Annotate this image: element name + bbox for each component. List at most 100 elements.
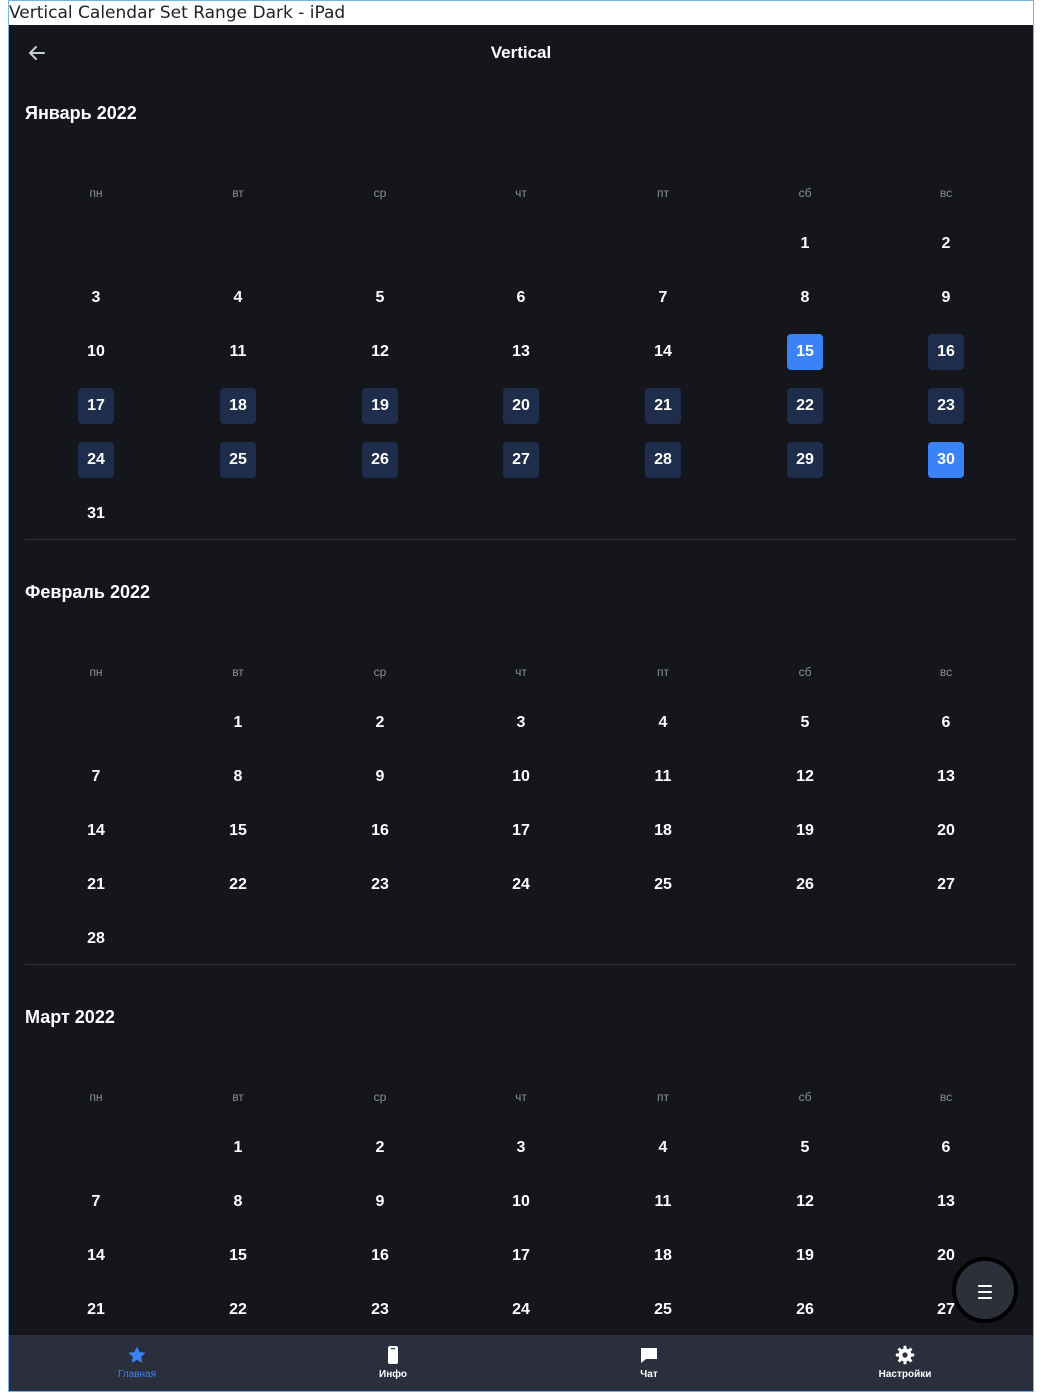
calendar-day[interactable]: 11 <box>645 1184 681 1220</box>
calendar-day[interactable]: 18 <box>645 1238 681 1274</box>
calendar-day[interactable]: 4 <box>220 280 256 316</box>
calendar-day[interactable]: 4 <box>645 705 681 741</box>
calendar-day[interactable]: 17 <box>78 388 114 424</box>
calendar-day[interactable]: 8 <box>787 280 823 316</box>
calendar-scroll-area[interactable]: Январь 2022 пн вт ср чт пт сб вс 1 2 3 4 5 6 7 8 9 10 11 12… <box>9 81 1033 1335</box>
calendar-day[interactable]: 3 <box>78 280 114 316</box>
tab-home[interactable]: Главная <box>9 1335 265 1391</box>
calendar-day[interactable]: 26 <box>362 442 398 478</box>
phone-icon <box>388 1346 398 1364</box>
tab-chat[interactable]: Чат <box>521 1335 777 1391</box>
calendar-day[interactable]: 16 <box>928 334 964 370</box>
calendar-day[interactable]: 6 <box>503 280 539 316</box>
calendar-day[interactable]: 7 <box>78 1184 114 1220</box>
calendar-day[interactable]: 3 <box>503 705 539 741</box>
calendar-day[interactable]: 25 <box>220 442 256 478</box>
tab-settings[interactable]: Настройки <box>777 1335 1033 1391</box>
calendar-day[interactable]: 22 <box>220 867 256 903</box>
calendar-day[interactable]: 9 <box>928 280 964 316</box>
calendar-day[interactable]: 27 <box>928 867 964 903</box>
calendar-day[interactable]: 15 <box>787 334 823 370</box>
calendar-day[interactable]: 25 <box>645 867 681 903</box>
calendar-day[interactable]: 28 <box>78 921 114 957</box>
calendar-day[interactable]: 1 <box>220 705 256 741</box>
weekday-label: чт <box>515 186 527 200</box>
calendar-day[interactable]: 12 <box>787 1184 823 1220</box>
calendar-day[interactable]: 1 <box>787 226 823 262</box>
weekday-label: вт <box>232 665 244 679</box>
month-title: Март 2022 <box>25 1007 115 1027</box>
calendar-day[interactable]: 13 <box>928 759 964 795</box>
tab-info[interactable]: Инфо <box>265 1335 521 1391</box>
calendar-day[interactable]: 4 <box>645 1130 681 1166</box>
tab-home-label: Главная <box>117 1369 157 1380</box>
calendar-day[interactable]: 24 <box>503 867 539 903</box>
calendar-day[interactable]: 5 <box>362 280 398 316</box>
calendar-day[interactable]: 10 <box>78 334 114 370</box>
calendar-day[interactable]: 17 <box>503 1238 539 1274</box>
calendar-day[interactable]: 3 <box>503 1130 539 1166</box>
calendar-day[interactable]: 23 <box>928 388 964 424</box>
calendar-day[interactable]: 7 <box>78 759 114 795</box>
calendar-day[interactable]: 12 <box>787 759 823 795</box>
calendar-day[interactable]: 18 <box>220 388 256 424</box>
calendar-day[interactable]: 9 <box>362 1184 398 1220</box>
calendar-day[interactable]: 20 <box>503 388 539 424</box>
calendar-day[interactable]: 19 <box>787 813 823 849</box>
calendar-day[interactable]: 5 <box>787 1130 823 1166</box>
calendar-day[interactable]: 14 <box>78 813 114 849</box>
calendar-day[interactable]: 23 <box>362 867 398 903</box>
weekday-label: ср <box>373 665 387 679</box>
calendar-day[interactable]: 2 <box>362 705 398 741</box>
calendar-day[interactable]: 19 <box>787 1238 823 1274</box>
calendar-day[interactable]: 18 <box>645 813 681 849</box>
menu-icon <box>978 1285 992 1303</box>
calendar-day[interactable]: 12 <box>362 334 398 370</box>
calendar-day[interactable]: 26 <box>787 1292 823 1328</box>
calendar-day[interactable]: 21 <box>78 867 114 903</box>
calendar-day[interactable]: 21 <box>645 388 681 424</box>
calendar-day[interactable]: 13 <box>928 1184 964 1220</box>
calendar-day[interactable]: 16 <box>362 813 398 849</box>
calendar-day[interactable]: 25 <box>645 1292 681 1328</box>
calendar-day[interactable]: 24 <box>503 1292 539 1328</box>
calendar-day[interactable]: 28 <box>645 442 681 478</box>
menu-fab-button[interactable] <box>952 1257 1018 1323</box>
calendar-day[interactable]: 6 <box>928 1130 964 1166</box>
calendar-day[interactable]: 7 <box>645 280 681 316</box>
calendar-day[interactable]: 26 <box>787 867 823 903</box>
calendar-day[interactable]: 13 <box>503 334 539 370</box>
calendar-day[interactable]: 11 <box>645 759 681 795</box>
weekday-label: сб <box>798 665 812 679</box>
calendar-day[interactable]: 2 <box>362 1130 398 1166</box>
calendar-day[interactable]: 8 <box>220 759 256 795</box>
calendar-day[interactable]: 22 <box>220 1292 256 1328</box>
calendar-day[interactable]: 27 <box>503 442 539 478</box>
calendar-day[interactable]: 14 <box>645 334 681 370</box>
calendar-day[interactable]: 15 <box>220 813 256 849</box>
calendar-day[interactable]: 24 <box>78 442 114 478</box>
calendar-day[interactable]: 31 <box>78 496 114 532</box>
calendar-day[interactable]: 19 <box>362 388 398 424</box>
calendar-day[interactable]: 15 <box>220 1238 256 1274</box>
calendar-day[interactable]: 9 <box>362 759 398 795</box>
calendar-day[interactable]: 8 <box>220 1184 256 1220</box>
calendar-day[interactable]: 23 <box>362 1292 398 1328</box>
weekday-label: чт <box>515 665 527 679</box>
calendar-day[interactable]: 6 <box>928 705 964 741</box>
calendar-day[interactable]: 5 <box>787 705 823 741</box>
calendar-day[interactable]: 20 <box>928 813 964 849</box>
calendar-day[interactable]: 16 <box>362 1238 398 1274</box>
calendar-day[interactable]: 10 <box>503 1184 539 1220</box>
calendar-day[interactable]: 11 <box>220 334 256 370</box>
calendar-day[interactable]: 30 <box>928 442 964 478</box>
calendar-day[interactable]: 14 <box>78 1238 114 1274</box>
calendar-day[interactable]: 2 <box>928 226 964 262</box>
calendar-day[interactable]: 10 <box>503 759 539 795</box>
weekday-label: ср <box>373 1090 387 1104</box>
calendar-day[interactable]: 22 <box>787 388 823 424</box>
calendar-day[interactable]: 17 <box>503 813 539 849</box>
calendar-day[interactable]: 1 <box>220 1130 256 1166</box>
calendar-day[interactable]: 21 <box>78 1292 114 1328</box>
calendar-day[interactable]: 29 <box>787 442 823 478</box>
